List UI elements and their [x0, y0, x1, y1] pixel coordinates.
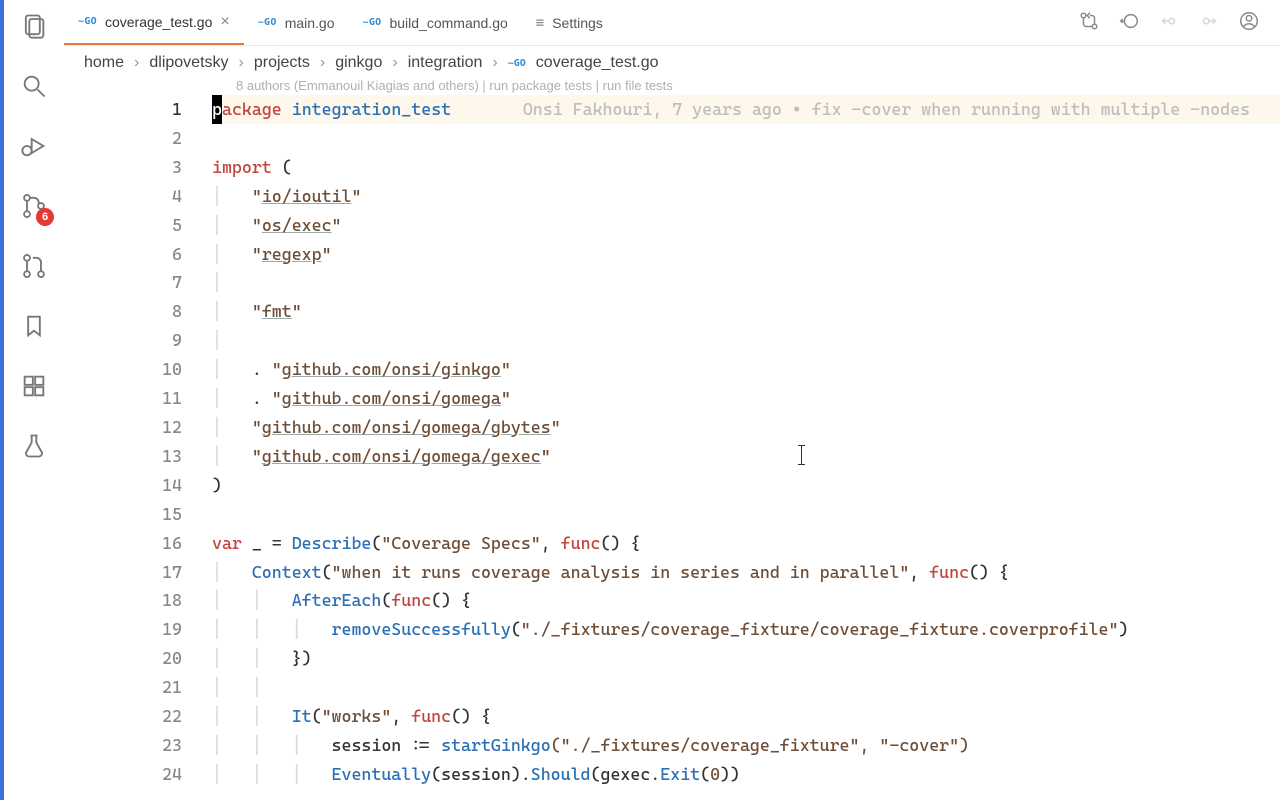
- tab-label: main.go: [285, 15, 335, 31]
- tabs: ~GO coverage_test.go × ~GO main.go ~GO b…: [64, 0, 617, 45]
- explorer-icon[interactable]: [16, 8, 52, 44]
- run-debug-icon[interactable]: [16, 128, 52, 164]
- crumb[interactable]: home: [84, 54, 124, 72]
- editor-actions: [1078, 10, 1280, 35]
- tab-label: coverage_test.go: [105, 14, 212, 30]
- tab-main-go[interactable]: ~GO main.go: [244, 0, 349, 45]
- breadcrumb[interactable]: home› dlipovetsky› projects› ginkgo› int…: [64, 46, 1280, 76]
- crumb[interactable]: integration: [408, 54, 483, 72]
- pull-request-icon[interactable]: [16, 248, 52, 284]
- line-number: 1: [64, 95, 212, 124]
- code-line[interactable]: 1 package integration_test Onsi Fakhouri…: [64, 95, 1280, 124]
- crumb[interactable]: ginkgo: [335, 54, 382, 72]
- bookmark-icon[interactable]: [16, 308, 52, 344]
- next-change-icon[interactable]: [1198, 10, 1220, 35]
- go-icon: ~GO: [78, 16, 97, 27]
- close-icon[interactable]: ×: [220, 13, 229, 31]
- app-root: 6 ~GO coverage_test.go × ~GO ma: [0, 0, 1280, 800]
- tab-coverage-test[interactable]: ~GO coverage_test.go ×: [64, 0, 244, 45]
- crumb[interactable]: projects: [254, 54, 310, 72]
- extensions-icon[interactable]: [16, 368, 52, 404]
- go-icon: ~GO: [258, 17, 277, 28]
- activity-bar: 6: [4, 0, 64, 800]
- account-icon[interactable]: [1238, 10, 1260, 35]
- code-lens[interactable]: 8 authors (Emmanouil Kiagias and others)…: [64, 76, 1280, 95]
- main-area: ~GO coverage_test.go × ~GO main.go ~GO b…: [64, 0, 1280, 800]
- code-editor[interactable]: 1 package integration_test Onsi Fakhouri…: [64, 95, 1280, 800]
- source-control-icon[interactable]: 6: [16, 188, 52, 224]
- tab-build-command[interactable]: ~GO build_command.go: [349, 0, 522, 45]
- crumb[interactable]: dlipovetsky: [149, 54, 228, 72]
- git-blame: Onsi Fakhouri, 7 years ago • fix -cover …: [523, 95, 1250, 124]
- tab-bar: ~GO coverage_test.go × ~GO main.go ~GO b…: [64, 0, 1280, 46]
- tab-label: build_command.go: [389, 15, 507, 31]
- revert-icon[interactable]: [1118, 10, 1140, 35]
- prev-change-icon[interactable]: [1158, 10, 1180, 35]
- compare-icon[interactable]: [1078, 10, 1100, 35]
- tab-settings[interactable]: ≡ Settings: [522, 0, 617, 45]
- tab-label: Settings: [552, 15, 603, 31]
- testing-icon[interactable]: [16, 428, 52, 464]
- go-icon: ~GO: [363, 17, 382, 28]
- scm-badge: 6: [36, 208, 54, 226]
- search-icon[interactable]: [16, 68, 52, 104]
- go-icon: ~GO: [508, 58, 526, 69]
- settings-icon: ≡: [536, 15, 544, 31]
- crumb-file[interactable]: coverage_test.go: [536, 54, 659, 72]
